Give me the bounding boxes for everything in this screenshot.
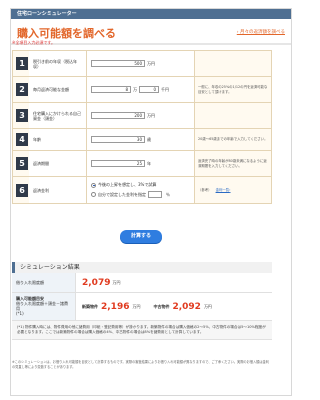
rate-unit: ％ <box>166 191 170 197</box>
income-note <box>195 51 271 76</box>
age-unit: 歳 <box>147 136 151 142</box>
calculate-button[interactable]: 計算する <box>120 230 162 243</box>
result-heading: シミュレーション結果 <box>12 262 272 273</box>
required-note: ※全項目入力必須です。 <box>12 40 55 45</box>
downpayment-unit: 万円 <box>147 112 155 118</box>
chevron-right-icon: › <box>229 187 231 192</box>
monthly-man-unit: 万 <box>133 86 137 92</box>
age-label: 年齢 <box>29 129 87 150</box>
rate-option-default[interactable]: 今後の上昇を想定し、3%で試算 <box>91 182 170 188</box>
new-property-value: 2,196 <box>101 301 130 312</box>
result-section: シミュレーション結果 借り入れ限度額 2,079 万円 購入可能額目安 借り入れ… <box>12 262 272 340</box>
downpayment-input[interactable]: 200 <box>91 112 145 119</box>
disclaimer-footnote: ※このシミュレーションは、お借り入れ可能額を目安として計算するものです。実際の審… <box>12 360 269 369</box>
new-property-label: 新築物件 <box>82 303 98 309</box>
income-input[interactable]: 500 <box>91 60 145 67</box>
rate-note: （参考） 金利一覧› <box>195 177 271 203</box>
term-input[interactable]: 25 <box>91 160 145 167</box>
radio-unselected-icon[interactable] <box>91 192 96 197</box>
monthly-man-input[interactable]: 8 <box>91 86 131 93</box>
monthly-label: 毎月返済可能な金額 <box>29 77 87 102</box>
form-row-downpayment: 3 住宅購入にかけられる自己資金（頭金） 200 万円 <box>13 103 271 129</box>
rate-option-custom[interactable]: 自分で設定した金利を指定 ％ <box>91 191 170 198</box>
rate-list-link-label: 金利一覧 <box>215 187 230 192</box>
cost-explanation: (*1) 物件購入時には、物件費用の他に諸費用（印紙・登記費用等）が掛かります。… <box>12 321 272 340</box>
rate-option-custom-label: 自分で設定した金利を指定 <box>98 191 146 197</box>
rate-note-prefix: （参考） <box>198 187 212 192</box>
used-property-unit: 万円 <box>203 303 212 309</box>
custom-rate-input[interactable] <box>148 191 162 198</box>
monthly-note: 一般に、年収の25%の1/12の円を返済可能な目安として頂けます。 <box>195 77 271 102</box>
rate-option-default-label: 今後の上昇を想定し、3%で試算 <box>98 182 157 187</box>
form-row-age: 4 年齢 30 歳 20歳〜65歳までの年齢で入力してください。 <box>13 129 271 151</box>
purchase-note-ref: (*1) <box>16 311 24 316</box>
term-note: 返済完了時の年齢が80歳未満になるように返済期間を入力してください。 <box>195 151 271 176</box>
loan-limit-unit: 万円 <box>112 279 121 285</box>
app-title: 住宅ローンシミュレーター <box>11 9 291 19</box>
age-note: 20歳〜65歳までの年齢で入力してください。 <box>195 129 271 150</box>
page-title: 購入可能額を調べる <box>17 27 116 40</box>
new-property-unit: 万円 <box>132 303 141 309</box>
form-row-monthly: 2 毎月返済可能な金額 8 万 0 千円 一般に、年収の25%の1/12の円を返… <box>13 77 271 103</box>
step-number: 4 <box>16 133 28 146</box>
term-unit: 年 <box>147 160 151 166</box>
purchase-sub-label: 借り入れ限度額＋頭金－諸費用 <box>16 301 68 311</box>
monthly-payment-link-label: 月々の返済額を調べる <box>240 30 285 35</box>
loan-limit-value: 2,079 <box>82 277 111 288</box>
result-row-loan: 借り入れ限度額 2,079 万円 <box>12 273 272 293</box>
step-number: 2 <box>16 83 28 96</box>
form-row-income: 1 税引き前の年収（税込年収） 500 万円 <box>13 51 271 77</box>
loan-limit-label: 借り入れ限度額 <box>12 273 76 292</box>
rate-list-link[interactable]: 金利一覧› <box>216 188 231 192</box>
income-label: 税引き前の年収（税込年収） <box>29 51 87 76</box>
downpayment-label: 住宅購入にかけられる自己資金（頭金） <box>29 103 87 128</box>
monthly-sen-unit: 千円 <box>161 86 169 92</box>
used-property-label: 中古物件 <box>153 303 170 309</box>
age-input[interactable]: 30 <box>91 136 145 143</box>
loan-form: 1 税引き前の年収（税込年収） 500 万円 2 毎月返済可能な金額 8 万 0… <box>12 50 272 204</box>
form-row-term: 5 返済期間 25 年 返済完了時の年齢が80歳未満になるように返済期間を入力し… <box>13 151 271 177</box>
step-number: 3 <box>16 109 28 122</box>
step-number: 6 <box>16 183 28 197</box>
form-row-rate: 6 返済金利 今後の上昇を想定し、3%で試算 自分で設定した金利を指定 ％ （参… <box>13 177 271 203</box>
downpayment-note <box>195 103 271 128</box>
income-unit: 万円 <box>147 60 155 66</box>
step-number: 5 <box>16 157 28 170</box>
purchase-label-cell: 購入可能額目安 借り入れ限度額＋頭金－諸費用 (*1) <box>12 293 76 320</box>
monthly-payment-link[interactable]: › 月々の返済額を調べる <box>237 29 285 35</box>
used-property-value: 2,092 <box>172 301 201 312</box>
monthly-sen-input[interactable]: 0 <box>139 86 159 93</box>
result-row-purchase: 購入可能額目安 借り入れ限度額＋頭金－諸費用 (*1) 新築物件 2,196 万… <box>12 293 272 321</box>
term-label: 返済期間 <box>29 151 87 176</box>
step-number: 1 <box>16 57 28 70</box>
radio-selected-icon[interactable] <box>91 182 96 188</box>
rate-label: 返済金利 <box>29 177 87 203</box>
